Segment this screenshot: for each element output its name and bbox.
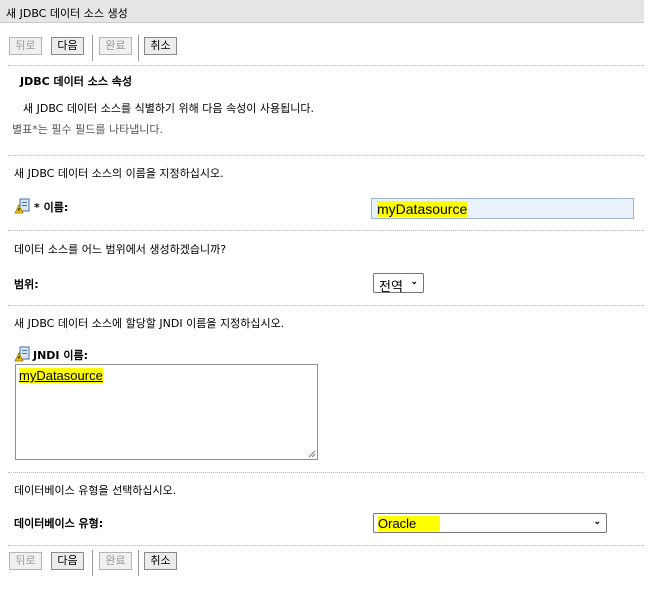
next-button[interactable]: 다음 [51, 552, 84, 570]
button-separator [92, 550, 93, 576]
button-separator [138, 550, 139, 576]
cancel-button[interactable]: 취소 [144, 552, 177, 570]
dbtype-select[interactable]: Oracle ⌄ [373, 513, 607, 533]
help-warning-icon[interactable] [14, 346, 30, 362]
jndi-textarea[interactable]: myDatasource [15, 364, 318, 460]
divider [8, 472, 644, 473]
required-note: 별표*는 필수 필드를 나타냅니다. [12, 123, 164, 136]
divider [8, 305, 644, 306]
button-separator [138, 35, 139, 61]
resize-grip-icon[interactable] [308, 450, 316, 458]
chevron-down-icon: ⌄ [410, 276, 418, 286]
name-label: * 이름: [34, 201, 69, 214]
scope-label: 범위: [14, 278, 39, 291]
scope-select-value: 전역 [379, 279, 403, 294]
section-intro: 새 JDBC 데이터 소스를 식별하기 위해 다음 속성이 사용됩니다. [23, 102, 314, 115]
dbtype-prompt: 데이터베이스 유형을 선택하십시오. [14, 484, 177, 497]
cancel-button[interactable]: 취소 [144, 37, 177, 55]
next-button[interactable]: 다음 [51, 37, 84, 55]
scope-prompt: 데이터 소스를 어느 범위에서 생성하겠습니까? [14, 243, 227, 256]
jndi-prompt: 새 JDBC 데이터 소스에 할당할 JNDI 이름을 지정하십시오. [14, 317, 285, 330]
back-button[interactable]: 뒤로 [9, 552, 42, 570]
window-title: 새 JDBC 데이터 소스 생성 [6, 7, 128, 20]
divider [8, 230, 644, 231]
chevron-down-icon: ⌄ [593, 516, 601, 526]
divider [8, 545, 644, 546]
bottom-button-row: 뒤로 다음 완료 취소 [9, 550, 209, 576]
help-warning-icon[interactable] [14, 198, 30, 214]
jndi-label: JNDI 이름: [33, 349, 88, 362]
scope-select[interactable]: 전역 ⌄ [373, 273, 424, 294]
title-bar: 새 JDBC 데이터 소스 생성 [0, 0, 644, 23]
name-input-value: myDatasource [377, 201, 468, 217]
divider [8, 65, 644, 66]
top-button-row: 뒤로 다음 완료 취소 [9, 35, 209, 61]
finish-button[interactable]: 완료 [99, 37, 132, 55]
button-separator [92, 35, 93, 61]
section-heading: JDBC 데이터 소스 속성 [20, 75, 133, 88]
dbtype-select-value: Oracle [378, 516, 441, 531]
dbtype-label: 데이터베이스 유형: [14, 517, 104, 530]
name-input[interactable]: myDatasource [371, 198, 634, 219]
finish-button[interactable]: 완료 [99, 552, 132, 570]
name-prompt: 새 JDBC 데이터 소스의 이름을 지정하십시오. [14, 167, 224, 180]
divider [8, 155, 644, 156]
jndi-textarea-value: myDatasource [19, 368, 103, 383]
back-button[interactable]: 뒤로 [9, 37, 42, 55]
